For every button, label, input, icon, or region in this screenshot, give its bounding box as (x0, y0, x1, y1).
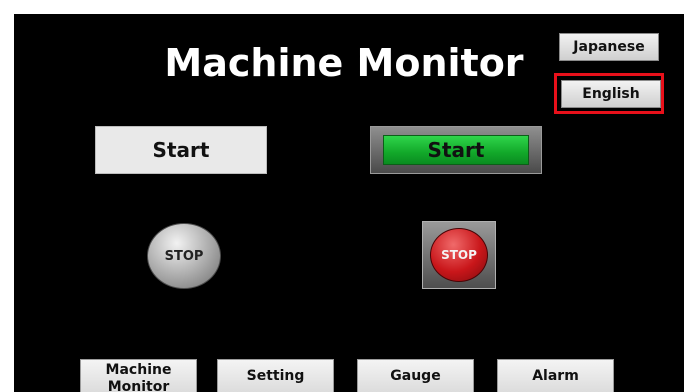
nav-machine-monitor-button[interactable]: Machine Monitor (80, 359, 197, 392)
nav-gauge-button[interactable]: Gauge (357, 359, 474, 392)
start-lamp-button-frame[interactable]: Start (370, 126, 542, 174)
start-lamp-button[interactable]: Start (383, 135, 529, 165)
page-title: Machine Monitor (164, 41, 524, 85)
stop-lamp-button[interactable]: STOP (430, 228, 488, 282)
hmi-screen: Machine Monitor Japanese English Start S… (14, 14, 684, 392)
stop-round-button[interactable]: STOP (147, 223, 221, 289)
english-language-button[interactable]: English (561, 80, 661, 108)
nav-setting-button[interactable]: Setting (217, 359, 334, 392)
start-button[interactable]: Start (95, 126, 267, 174)
stop-lamp-button-frame[interactable]: STOP (422, 221, 496, 289)
japanese-language-button[interactable]: Japanese (559, 33, 659, 61)
nav-alarm-button[interactable]: Alarm (497, 359, 614, 392)
